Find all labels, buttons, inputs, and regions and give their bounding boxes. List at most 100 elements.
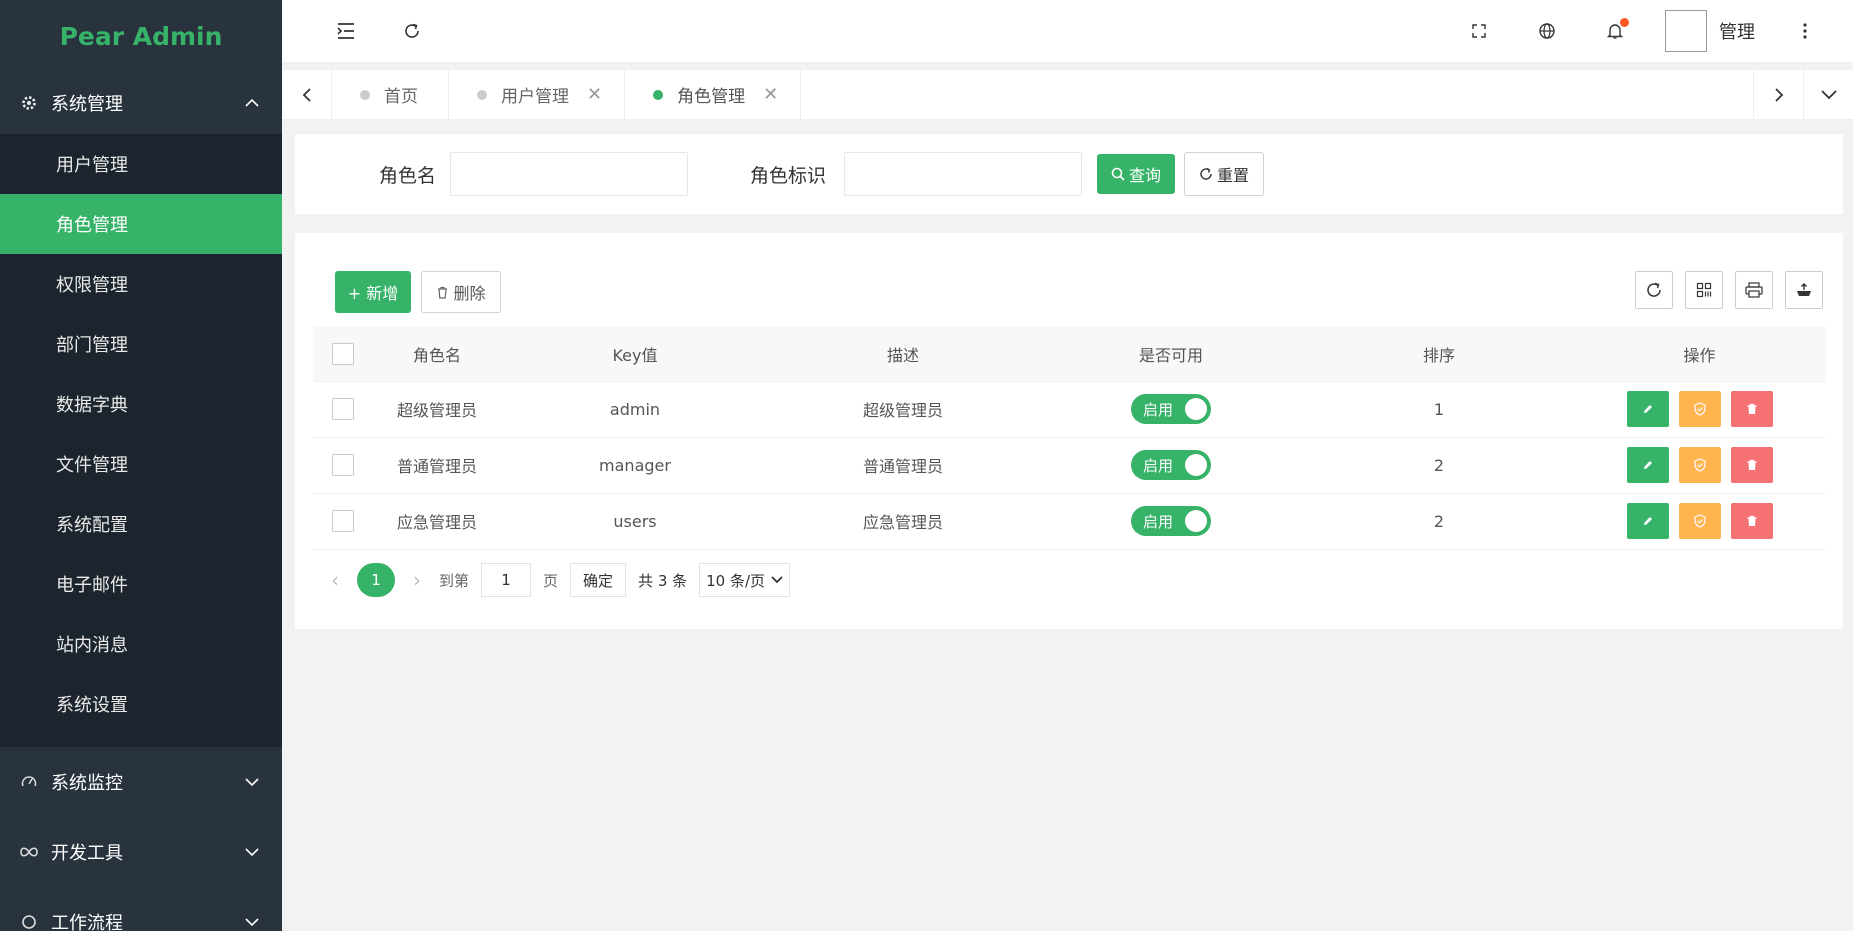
sidebar-item-roles[interactable]: 角色管理 — [0, 194, 282, 254]
tab-roles[interactable]: 角色管理 ✕ — [625, 70, 802, 119]
tab-scroll-right[interactable] — [1753, 70, 1803, 119]
permission-button[interactable] — [1678, 447, 1721, 483]
column-header[interactable]: 排序 — [1305, 327, 1573, 382]
gear-icon — [20, 94, 38, 112]
close-icon[interactable]: ✕ — [587, 84, 602, 105]
sidebar-item-files[interactable]: 文件管理 — [0, 434, 282, 494]
menu-group-system-label: 系统管理 — [51, 94, 123, 115]
prev-page-icon[interactable]: ‹ — [325, 568, 345, 592]
chevron-up-icon — [242, 93, 262, 113]
sidebar-item-config[interactable]: 系统配置 — [0, 494, 282, 554]
sort-cell: 2 — [1305, 493, 1573, 550]
page-number-current[interactable]: 1 — [357, 563, 395, 597]
refresh-icon — [1647, 282, 1661, 297]
sidebar-item-departments[interactable]: 部门管理 — [0, 314, 282, 374]
menu-group-system[interactable]: 系统管理 — [0, 72, 282, 134]
row-checkbox[interactable] — [332, 398, 354, 420]
delete-row-button[interactable] — [1730, 503, 1773, 539]
menu-group-devtools[interactable]: 开发工具 — [0, 817, 282, 887]
add-button[interactable]: + 新增 — [335, 271, 411, 313]
table-tools — [1635, 271, 1823, 309]
goto-confirm-button[interactable]: 确定 — [570, 563, 627, 597]
row-checkbox[interactable] — [332, 454, 354, 476]
role-name-cell: 普通管理员 — [373, 437, 501, 494]
sidebar-item-label: 电子邮件 — [56, 575, 128, 596]
enabled-toggle[interactable]: 启用 — [1131, 394, 1211, 424]
notification-button[interactable] — [1597, 13, 1633, 49]
refresh-table-button[interactable] — [1635, 271, 1673, 309]
sidebar-item-label: 用户管理 — [56, 155, 128, 176]
permission-button[interactable] — [1678, 503, 1721, 539]
goto-page-input[interactable] — [481, 563, 532, 597]
sidebar-item-email[interactable]: 电子邮件 — [0, 554, 282, 614]
select-all-checkbox[interactable] — [332, 342, 354, 365]
submenu-system: 用户管理 角色管理 权限管理 部门管理 数据字典 文件管理 系统配置 电子邮件 … — [0, 134, 282, 747]
delete-row-button[interactable] — [1730, 447, 1773, 483]
tab-users[interactable]: 用户管理 ✕ — [449, 70, 626, 119]
row-checkbox[interactable] — [332, 510, 354, 532]
page-size-select[interactable]: 10 条/页 — [699, 563, 791, 597]
print-button[interactable] — [1735, 271, 1773, 309]
row-select-cell — [313, 437, 373, 494]
next-page-icon[interactable]: › — [407, 568, 427, 592]
sidebar-item-users[interactable]: 用户管理 — [0, 134, 282, 194]
more-vertical-icon[interactable] — [1787, 13, 1823, 49]
globe-icon[interactable] — [1529, 13, 1565, 49]
enabled-toggle[interactable]: 启用 — [1131, 506, 1211, 536]
tab-bar: 首页 用户管理 ✕ 角色管理 ✕ — [282, 70, 1853, 120]
trash-icon — [1747, 515, 1756, 526]
enabled-label: 启用 — [1143, 400, 1174, 419]
avatar[interactable] — [1665, 10, 1707, 52]
edit-button[interactable] — [1626, 391, 1669, 427]
search-form: 角色名 角色标识 查询 重置 — [295, 134, 1843, 214]
reset-button[interactable]: 重置 — [1184, 152, 1265, 196]
sidebar-item-label: 系统配置 — [56, 515, 128, 536]
delete-button[interactable]: 删除 — [421, 271, 501, 313]
fullscreen-icon[interactable] — [1461, 13, 1497, 49]
column-header[interactable]: 是否可用 — [1037, 327, 1305, 382]
menu-fold-icon[interactable] — [328, 13, 364, 49]
columns-button[interactable] — [1685, 271, 1723, 309]
brand-logo[interactable]: Pear Admin — [0, 0, 282, 72]
role-key-label: 角色标识 — [750, 164, 827, 187]
chevron-right-icon — [1774, 87, 1783, 102]
tab-dropdown[interactable] — [1803, 70, 1853, 119]
enabled-toggle[interactable]: 启用 — [1131, 450, 1211, 480]
edit-button[interactable] — [1626, 503, 1669, 539]
tab-dot — [477, 89, 487, 100]
trash-icon — [1747, 459, 1756, 470]
query-button[interactable]: 查询 — [1097, 154, 1176, 194]
column-header[interactable]: 操作 — [1573, 327, 1826, 382]
sidebar-item-messages[interactable]: 站内消息 — [0, 614, 282, 674]
sidebar-item-label: 系统设置 — [56, 695, 128, 716]
sidebar-item-permissions[interactable]: 权限管理 — [0, 254, 282, 314]
actions-cell — [1573, 381, 1826, 438]
tab-dot — [360, 89, 370, 100]
tab-label: 首页 — [384, 87, 418, 107]
sidebar-item-dictionary[interactable]: 数据字典 — [0, 374, 282, 434]
delete-row-button[interactable] — [1730, 391, 1773, 427]
tab-scroll-left[interactable] — [282, 70, 332, 119]
column-header[interactable]: Key值 — [501, 327, 769, 382]
column-header[interactable]: 描述 — [769, 327, 1037, 382]
menu-group-monitor-label: 系统监控 — [51, 773, 123, 794]
menu-group-monitor[interactable]: 系统监控 — [0, 747, 282, 817]
role-name-input[interactable] — [450, 152, 689, 196]
trash-icon — [1747, 403, 1756, 414]
refresh-icon[interactable] — [394, 13, 430, 49]
user-name[interactable]: 管理 — [1719, 18, 1755, 44]
column-header[interactable]: 角色名 — [373, 327, 501, 382]
role-key-input[interactable] — [844, 152, 1083, 196]
table-header-row: 角色名 Key值 描述 是否可用 排序 操作 — [313, 327, 1826, 382]
menu-group-workflow[interactable]: 工作流程 — [0, 887, 282, 931]
row-actions — [1573, 447, 1826, 483]
export-button[interactable] — [1785, 271, 1823, 309]
user-menu[interactable]: 管理 — [1665, 10, 1755, 52]
tab-home[interactable]: 首页 — [332, 70, 449, 119]
permission-button[interactable] — [1678, 391, 1721, 427]
close-icon[interactable]: ✕ — [763, 84, 778, 105]
role-name-cell: 应急管理员 — [373, 493, 501, 550]
role-key-cell: admin — [501, 381, 769, 438]
edit-button[interactable] — [1626, 447, 1669, 483]
sidebar-item-settings[interactable]: 系统设置 — [0, 674, 282, 734]
